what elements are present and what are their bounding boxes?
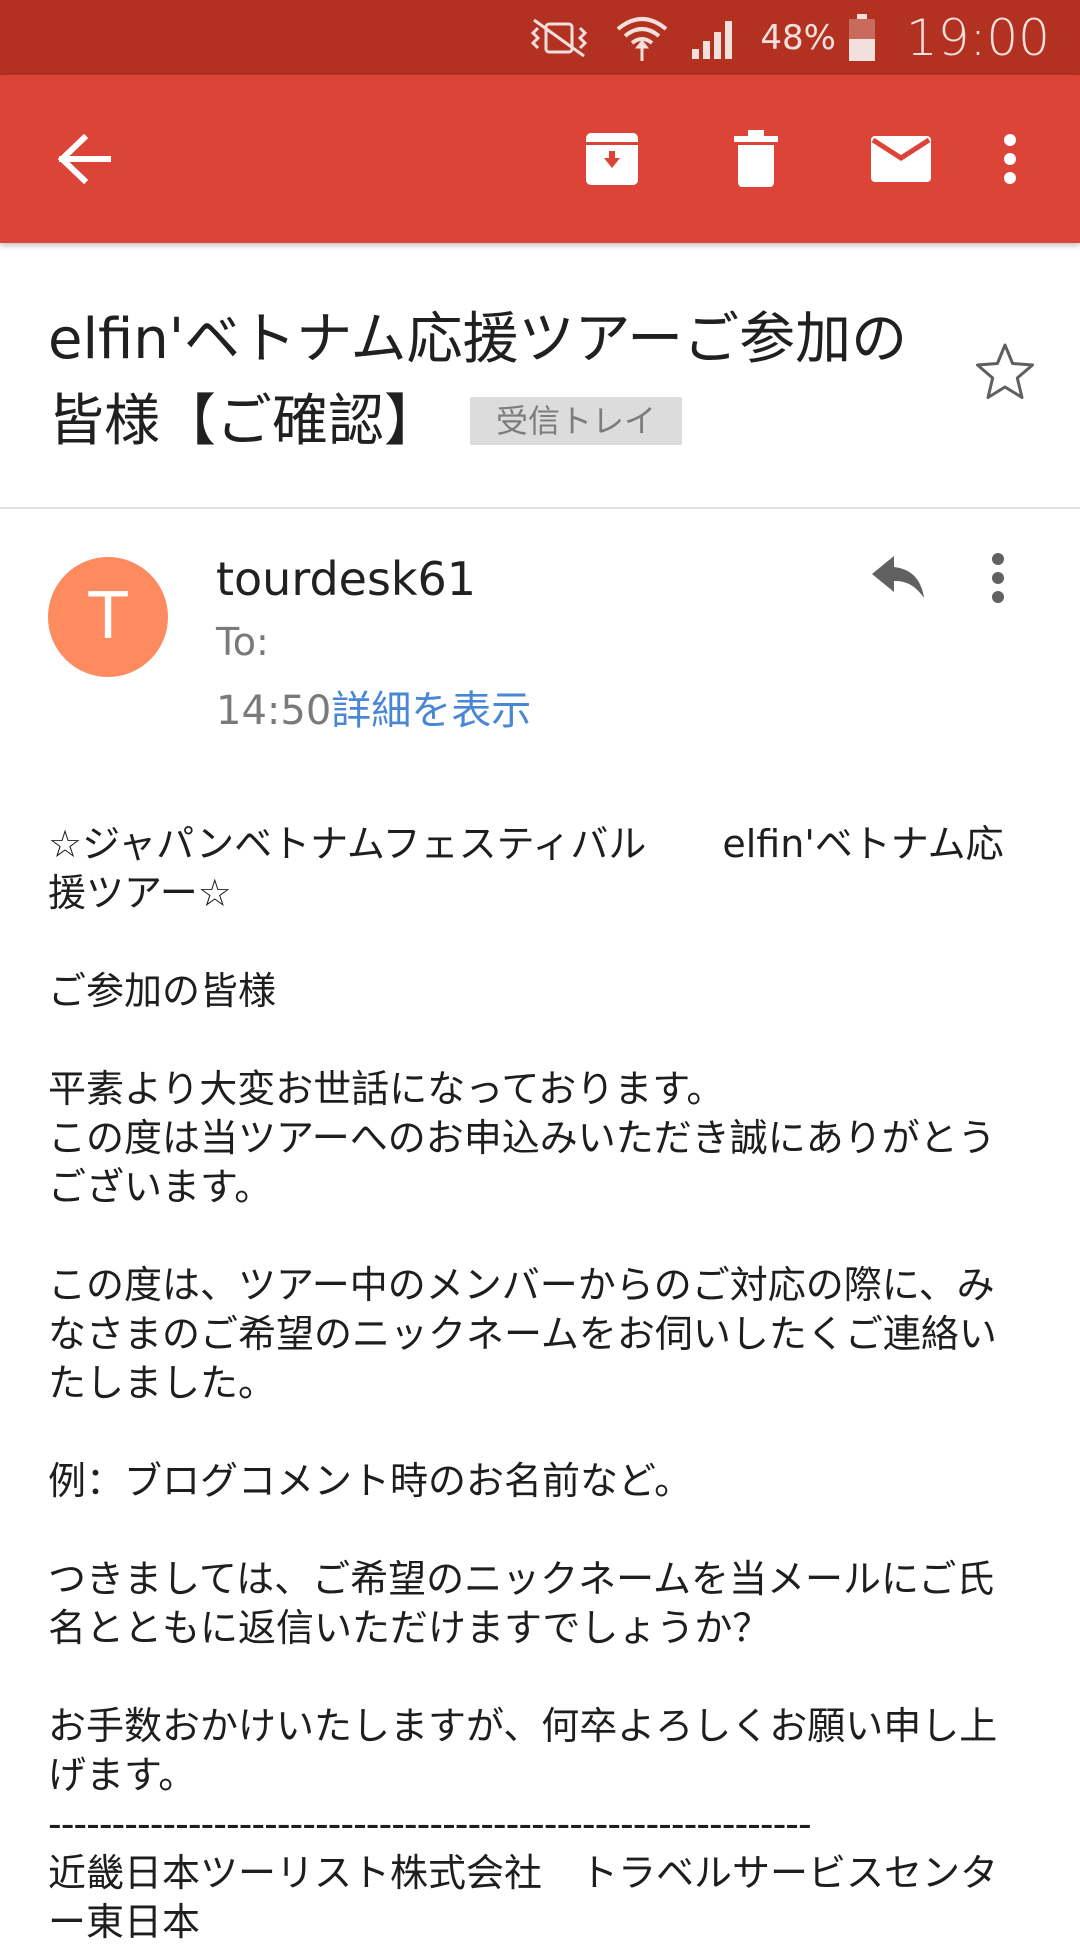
subject-area: elfin'ベトナム応援ツアーご参加の 皆様【ご確認】 受信トレイ <box>0 243 1080 509</box>
message-more-button[interactable] <box>990 552 1006 608</box>
show-details-link[interactable]: 詳細を表示 <box>331 688 531 734</box>
sender-avatar[interactable]: T <box>48 557 168 677</box>
archive-button[interactable] <box>570 75 654 243</box>
body-line: お手数おかけいたしますが、何卒よろしくお願い申し上 <box>48 1704 998 1748</box>
vibrate-mute-icon <box>531 18 588 57</box>
battery-icon <box>848 13 875 61</box>
more-vert-icon <box>992 553 1004 603</box>
signature-line: 近畿日本ツーリスト株式会社 トラベルサービスセンタ <box>48 1851 999 1895</box>
received-time: 14:50 <box>216 688 332 734</box>
star-button[interactable] <box>974 341 1036 407</box>
body-line: この度は、ツアー中のメンバーからのご対応の際に、み <box>48 1263 995 1307</box>
body-line: たしました。 <box>48 1361 277 1405</box>
body-line: 援ツアー☆ <box>48 871 232 915</box>
sender-name[interactable]: tourdesk61 <box>216 552 476 606</box>
more-options-button[interactable] <box>990 75 1030 243</box>
email-subject: elfin'ベトナム応援ツアーご参加の 皆様【ご確認】 受信トレイ <box>48 299 948 463</box>
time-line: 14:50詳細を表示 <box>216 678 531 736</box>
back-arrow-icon <box>57 134 111 184</box>
body-line: ☆ジャパンベトナムフェスティバル elfin'ベトナム応 <box>48 822 1004 866</box>
body-line: げます。 <box>48 1753 197 1797</box>
body-line: つきましては、ご希望のニックネームを当メールにご氏 <box>48 1557 995 1601</box>
status-bar: 48% 19:00 <box>0 0 1080 75</box>
signal-icon <box>692 20 733 59</box>
body-line: 例：ブログコメント時のお名前など。 <box>48 1459 693 1503</box>
status-icons: 48% 19:00 <box>524 0 1050 75</box>
mark-unread-button[interactable] <box>856 75 946 243</box>
signature-divider: ----------------------------------------… <box>48 1802 812 1846</box>
subject-line-2: 皆様【ご確認】 受信トレイ <box>48 381 948 463</box>
back-button[interactable] <box>40 75 128 243</box>
reply-icon <box>872 556 924 598</box>
email-body: ☆ジャパンベトナムフェスティバル elfin'ベトナム応 援ツアー☆ ご参加の皆… <box>48 820 1038 1947</box>
subject-line-1: elfin'ベトナム応援ツアーご参加の <box>48 307 908 372</box>
delete-button[interactable] <box>714 75 798 243</box>
body-line: ご参加の皆様 <box>48 969 277 1013</box>
body-line: この度は当ツアーへのお申込みいただき誠にありがとう <box>48 1116 996 1160</box>
body-line: 名とともに返信いただけますでしょうか？ <box>48 1606 771 1650</box>
app-bar <box>0 75 1080 243</box>
battery-percentage: 48% <box>760 17 836 58</box>
reply-button[interactable] <box>870 552 926 606</box>
mark-unread-icon <box>871 136 931 182</box>
star-icon <box>976 343 1034 399</box>
inbox-label[interactable]: 受信トレイ <box>470 397 683 445</box>
wifi-icon <box>617 16 668 61</box>
body-line: ございます。 <box>48 1165 273 1209</box>
delete-icon <box>734 130 778 187</box>
recipient-line: To: <box>216 620 269 664</box>
body-line: 平素より大変お世話になっております。 <box>48 1067 725 1111</box>
archive-icon <box>586 133 638 185</box>
status-clock: 19:00 <box>905 8 1050 67</box>
subject-text-2: 皆様【ご確認】 <box>48 389 440 454</box>
more-vert-icon <box>1004 134 1016 184</box>
signature-line: ー東日本 <box>48 1900 201 1944</box>
body-line: なさまのご希望のニックネームをお伺いしたくご連絡い <box>48 1312 997 1356</box>
